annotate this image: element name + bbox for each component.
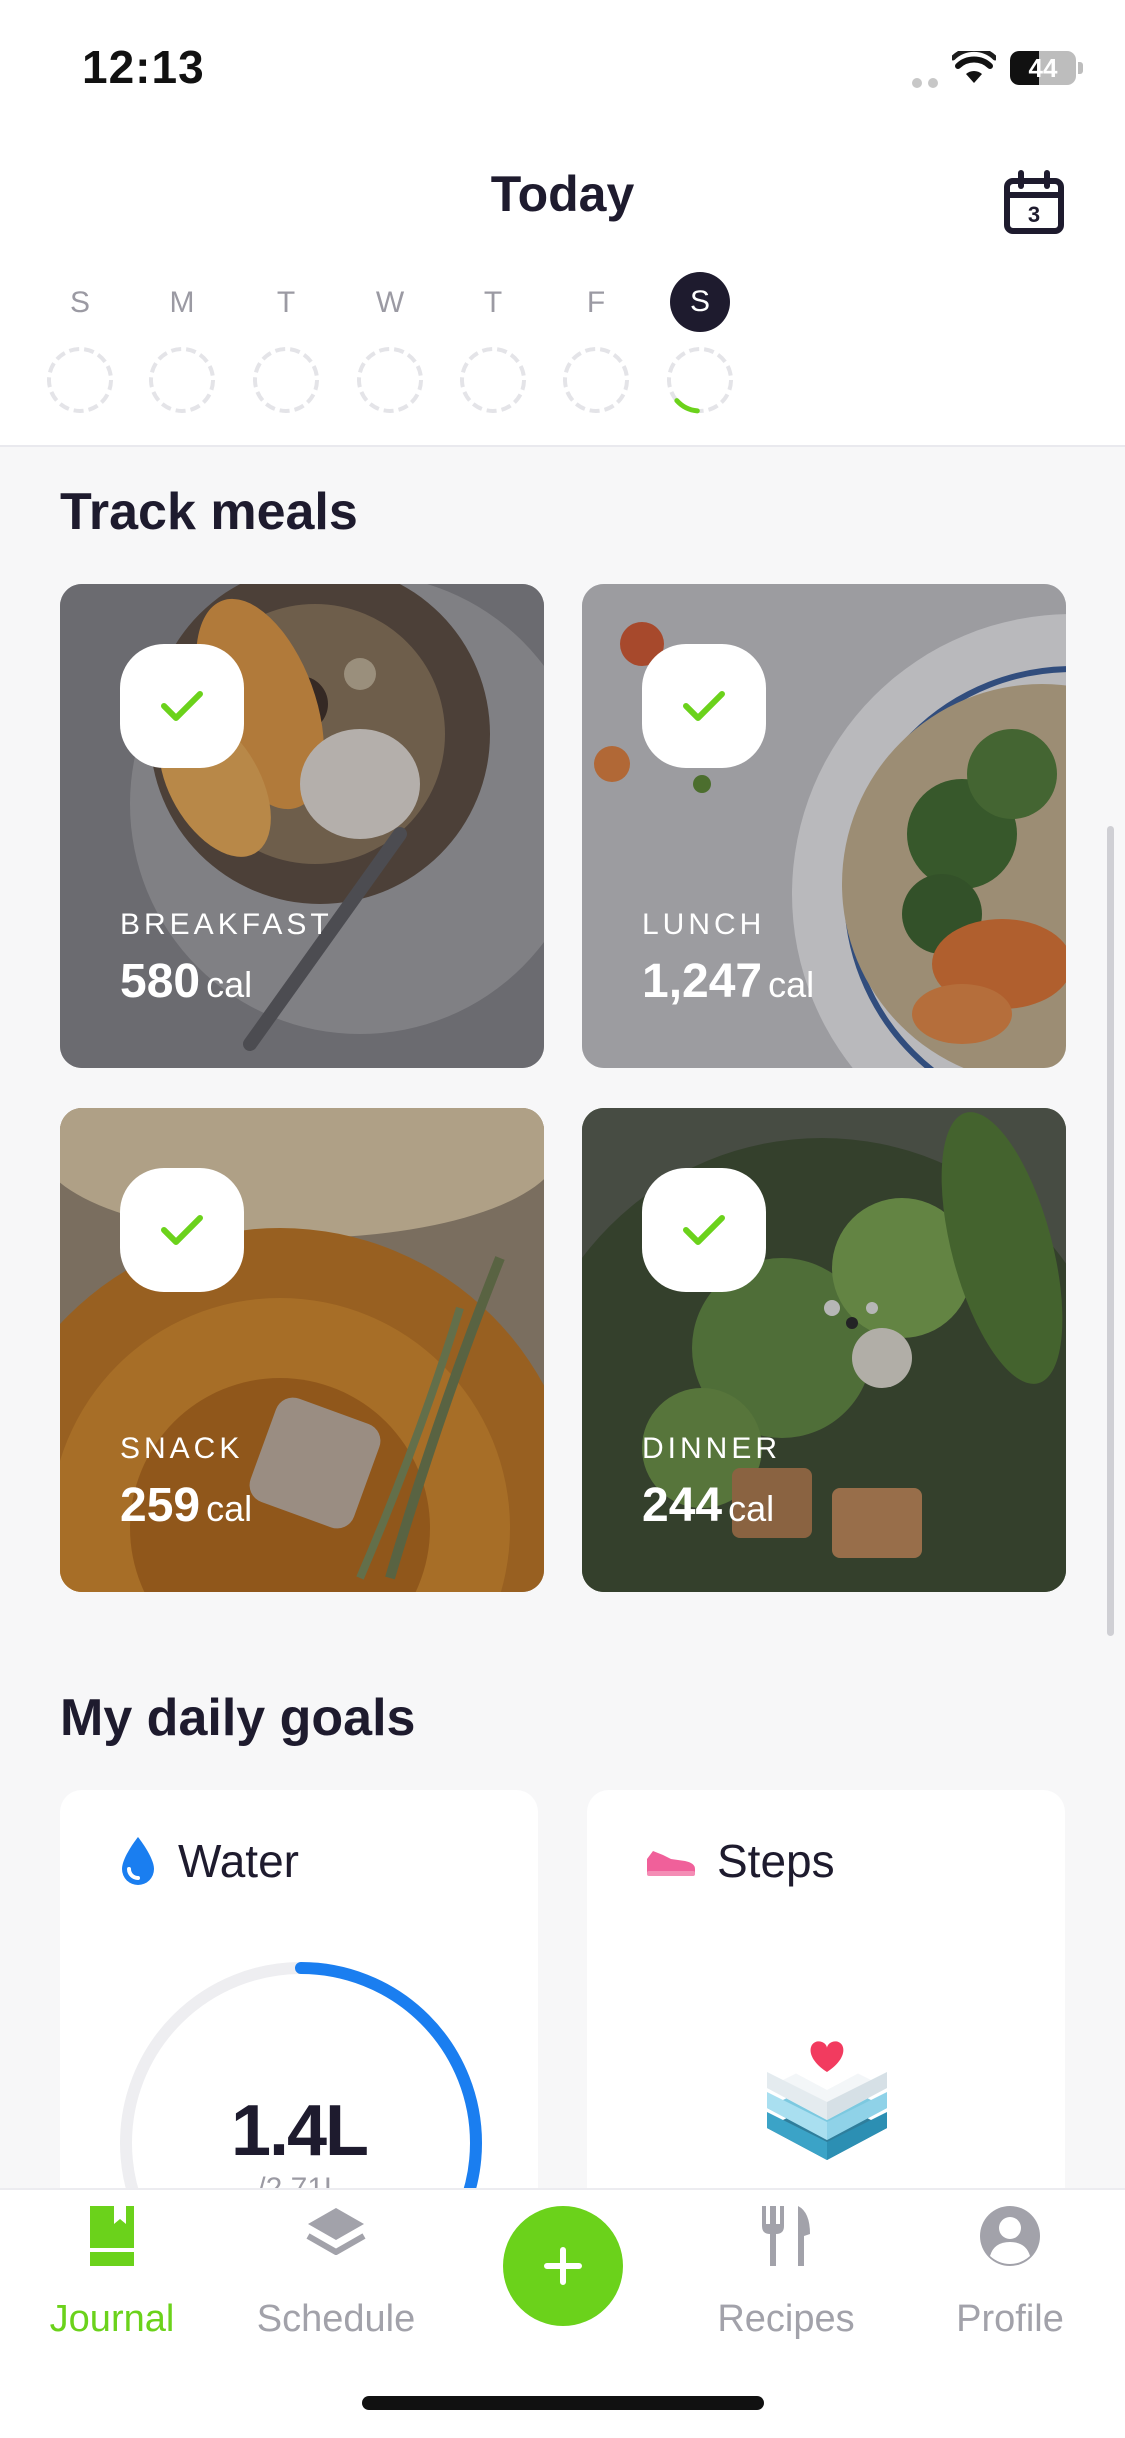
day-progress-ring [357, 347, 423, 413]
meal-calories: 259 cal [120, 1479, 253, 1532]
day-progress-arc [666, 346, 734, 414]
person-icon [980, 2206, 1040, 2266]
day-6[interactable]: S [650, 272, 750, 425]
wifi-icon [952, 51, 996, 83]
day-letter: W [375, 286, 405, 319]
day-progress-ring [666, 346, 734, 414]
calendar-icon: 3 [1004, 170, 1064, 234]
status-time: 12:13 [82, 41, 205, 93]
day-1[interactable]: M [132, 275, 232, 425]
date-header: Today 3 S M T W T F S [0, 135, 1125, 447]
day-progress-ring [149, 347, 215, 413]
meal-name: DINNER [642, 1432, 782, 1465]
steps-goal-label: Steps [717, 1835, 835, 1887]
check-badge [120, 1168, 244, 1292]
layers-icon [306, 2208, 366, 2255]
check-badge [642, 1168, 766, 1292]
home-indicator[interactable] [362, 2396, 764, 2410]
meal-card-snack[interactable]: SNACK 259 cal [60, 1108, 544, 1592]
checkmark-icon [161, 1215, 203, 1245]
calendar-day-number: 3 [1028, 202, 1040, 227]
meal-card-lunch[interactable]: LUNCH 1,247 cal [582, 584, 1066, 1068]
meal-calories: 580 cal [120, 955, 253, 1008]
check-badge [642, 644, 766, 768]
checkmark-icon [161, 691, 203, 721]
meal-name: BREAKFAST [120, 908, 333, 941]
water-goal-label: Water [178, 1835, 299, 1887]
day-3[interactable]: W [340, 275, 440, 425]
tab-label: Journal [49, 2298, 175, 2340]
day-letter: F [586, 286, 606, 319]
meal-card-dinner[interactable]: DINNER 244 cal [582, 1108, 1066, 1592]
tab-schedule[interactable]: Schedule [236, 2202, 436, 2352]
day-5[interactable]: F [546, 275, 646, 425]
daily-goals-title: My daily goals [60, 1689, 416, 1747]
add-button[interactable] [503, 2206, 623, 2326]
meal-name: SNACK [120, 1432, 244, 1465]
status-icons: 44 [912, 46, 1083, 90]
tab-label: Schedule [256, 2298, 416, 2340]
steps-goal-card[interactable]: Steps [587, 1790, 1065, 2210]
tab-recipes[interactable]: Recipes [686, 2202, 886, 2352]
day-letter: S [69, 286, 90, 319]
checkmark-icon [683, 691, 725, 721]
sneaker-icon [647, 1851, 695, 1876]
tab-journal[interactable]: Journal [12, 2202, 212, 2352]
tab-label: Profile [956, 2298, 1064, 2340]
status-bar: 12:13 44 [0, 0, 1125, 135]
day-2[interactable]: T [236, 275, 336, 425]
week-strip: SMTWTFS [0, 272, 1125, 425]
tab-profile[interactable]: Profile [910, 2202, 1110, 2352]
battery-level: 44 [1028, 52, 1058, 83]
day-letter: T [483, 286, 503, 319]
day-0[interactable]: S [30, 275, 130, 425]
day-progress-ring [47, 347, 113, 413]
water-goal-card[interactable]: Water 1.4L /2.71L [60, 1790, 538, 2210]
day-letter: T [276, 286, 296, 319]
page-title: Today [490, 166, 635, 222]
water-drop-icon [122, 1837, 154, 1885]
check-badge [120, 644, 244, 768]
battery-icon: 44 [1010, 51, 1076, 85]
day-letter: S [670, 272, 730, 332]
apple-health-icon [767, 2028, 887, 2160]
plus-icon [544, 2247, 582, 2285]
calendar-button[interactable]: 3 [998, 167, 1070, 239]
meal-name: LUNCH [642, 908, 766, 941]
day-progress-ring [460, 347, 526, 413]
day-4[interactable]: T [443, 275, 543, 425]
journal-book-icon [90, 2206, 134, 2266]
day-progress-ring [253, 347, 319, 413]
day-letter: M [169, 286, 195, 319]
meal-card-breakfast[interactable]: BREAKFAST 580 cal [60, 584, 544, 1068]
fork-knife-icon [762, 2206, 810, 2266]
scrollbar[interactable] [1107, 826, 1114, 1636]
cellular-signal-icon [912, 48, 938, 88]
tab-label: Recipes [717, 2298, 855, 2340]
track-meals-title: Track meals [60, 483, 358, 541]
meal-calories: 244 cal [642, 1479, 775, 1532]
water-value: 1.4L [230, 2091, 369, 2171]
checkmark-icon [683, 1215, 725, 1245]
meal-calories: 1,247 cal [642, 955, 815, 1008]
day-progress-ring [563, 347, 629, 413]
